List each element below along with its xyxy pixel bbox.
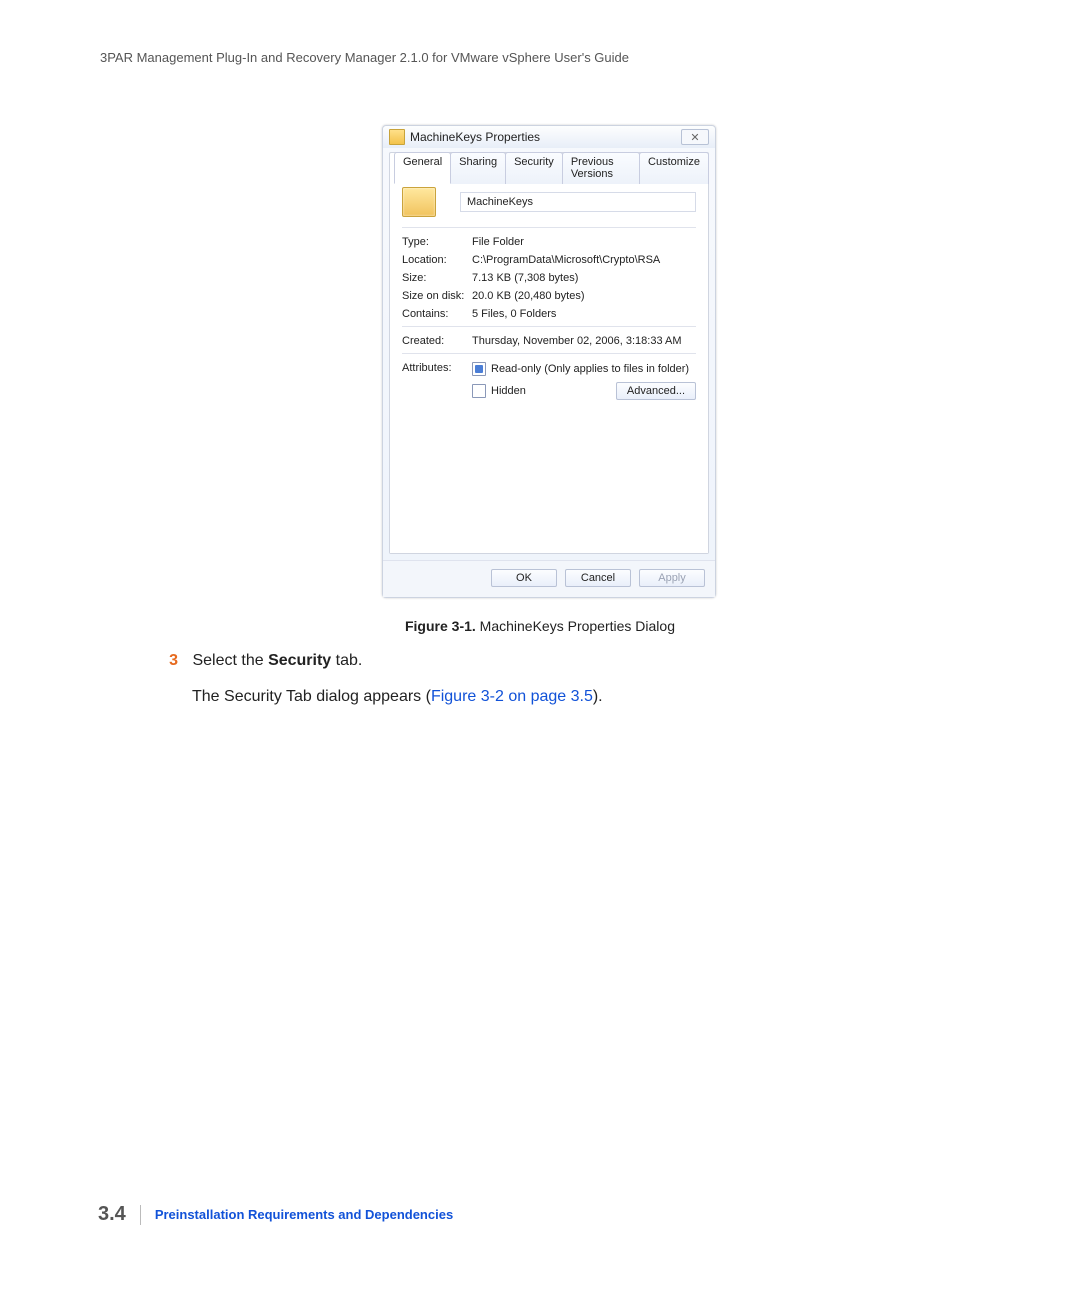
location-value: C:\ProgramData\Microsoft\Crypto\RSA — [472, 254, 696, 266]
location-label: Location: — [402, 254, 472, 266]
tab-security[interactable]: Security — [505, 152, 563, 184]
para2-pre: The Security Tab dialog appears ( — [192, 688, 431, 705]
step-3: 3 Select the Security tab. — [160, 652, 960, 670]
hidden-label: Hidden — [491, 385, 526, 397]
readonly-checkbox[interactable] — [472, 362, 486, 376]
tab-body: MachineKeys Type:File Folder Location:C:… — [390, 175, 708, 553]
hidden-checkbox[interactable] — [472, 384, 486, 398]
chapter-title: Preinstallation Requirements and Depende… — [155, 1207, 453, 1222]
step-bold: Security — [268, 652, 331, 669]
step-number: 3 — [160, 652, 178, 670]
step-pre: Select the — [192, 652, 268, 669]
advanced-button[interactable]: Advanced... — [616, 382, 696, 400]
folder-name-field[interactable]: MachineKeys — [460, 192, 696, 212]
readonly-row[interactable]: Read-only (Only applies to files in fold… — [472, 362, 696, 376]
button-row: OK Cancel Apply — [383, 560, 715, 597]
tab-general[interactable]: General — [394, 152, 451, 184]
figure-link[interactable]: Figure 3-2 on page 3.5 — [431, 688, 593, 705]
size-label: Size: — [402, 272, 472, 284]
titlebar: MachineKeys Properties ✕ — [383, 126, 715, 148]
dialog-title: MachineKeys Properties — [410, 130, 681, 144]
tabsheet: General Sharing Security Previous Versio… — [389, 152, 709, 554]
footer-divider — [140, 1205, 141, 1225]
size-value: 7.13 KB (7,308 bytes) — [472, 272, 696, 284]
footer: 3.4 Preinstallation Requirements and Dep… — [98, 1203, 453, 1226]
big-folder-icon — [402, 187, 436, 217]
tab-previous-versions[interactable]: Previous Versions — [562, 152, 640, 184]
attributes-label: Attributes: — [402, 362, 472, 406]
apply-button[interactable]: Apply — [639, 569, 705, 587]
figure-label: Figure 3-1. — [405, 618, 476, 634]
tab-customize[interactable]: Customize — [639, 152, 709, 184]
sizeondisk-value: 20.0 KB (20,480 bytes) — [472, 290, 696, 302]
step-post: tab. — [331, 652, 362, 669]
page-number: 3.4 — [98, 1203, 126, 1226]
created-label: Created: — [402, 335, 472, 347]
created-value: Thursday, November 02, 2006, 3:18:33 AM — [472, 335, 696, 347]
ok-button[interactable]: OK — [491, 569, 557, 587]
type-label: Type: — [402, 236, 472, 248]
cancel-button[interactable]: Cancel — [565, 569, 631, 587]
close-icon: ✕ — [690, 131, 699, 144]
close-button[interactable]: ✕ — [681, 129, 709, 145]
readonly-label: Read-only (Only applies to files in fold… — [491, 363, 689, 375]
sizeondisk-label: Size on disk: — [402, 290, 472, 302]
type-value: File Folder — [472, 236, 696, 248]
figure-caption: Figure 3-1. MachineKeys Properties Dialo… — [0, 618, 1080, 634]
paragraph-2: The Security Tab dialog appears (Figure … — [192, 688, 960, 706]
page-header: 3PAR Management Plug-In and Recovery Man… — [100, 50, 629, 65]
contains-value: 5 Files, 0 Folders — [472, 308, 696, 320]
tab-sharing[interactable]: Sharing — [450, 152, 506, 184]
properties-dialog: MachineKeys Properties ✕ General Sharing… — [382, 125, 716, 598]
para2-post: ). — [593, 688, 603, 705]
contains-label: Contains: — [402, 308, 472, 320]
figure-text: MachineKeys Properties Dialog — [480, 618, 675, 634]
folder-icon — [389, 129, 405, 145]
tabbar: General Sharing Security Previous Versio… — [394, 152, 708, 184]
